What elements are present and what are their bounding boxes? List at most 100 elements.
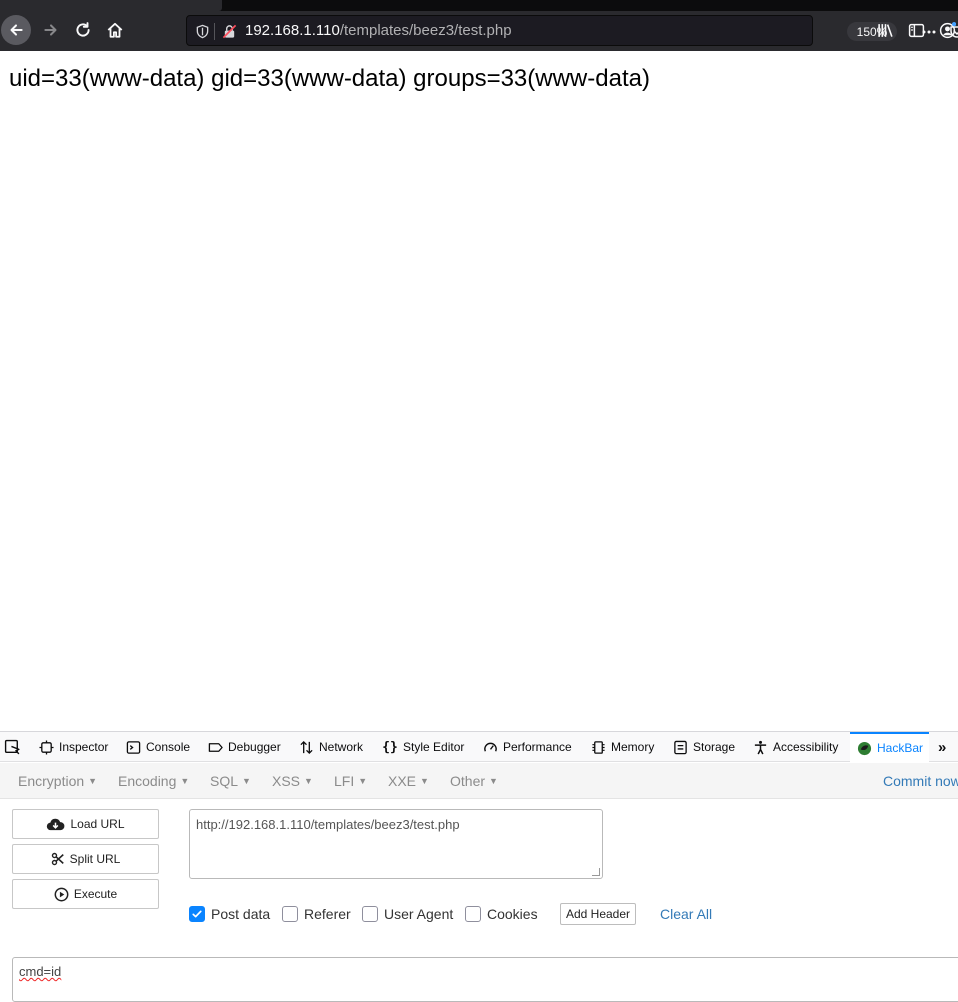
referer-checkbox[interactable]	[282, 906, 298, 922]
shield-icon[interactable]	[193, 22, 211, 40]
inspector-icon	[38, 739, 54, 755]
cloud-download-icon	[47, 818, 65, 830]
button-label: Load URL	[70, 817, 125, 831]
tab-label: Network	[319, 740, 364, 754]
tab-console[interactable]: Console	[125, 732, 190, 762]
console-icon	[125, 739, 141, 755]
cookies-checkbox[interactable]	[465, 906, 481, 922]
tab-performance[interactable]: Performance	[482, 732, 572, 762]
caret-down-icon: ▼	[304, 776, 313, 786]
split-url-button[interactable]: Split URL	[12, 844, 159, 874]
post-data-checkbox[interactable]	[189, 906, 205, 922]
menu-encoding[interactable]: Encoding ▼	[118, 773, 189, 789]
debugger-icon	[207, 739, 223, 755]
caret-down-icon: ▼	[489, 776, 498, 786]
page-viewport: uid=33(www-data) gid=33(www-data) groups…	[0, 51, 958, 731]
tab-debugger[interactable]: Debugger	[207, 732, 281, 762]
caret-down-icon: ▼	[88, 776, 98, 786]
menu-label: Encryption	[18, 773, 85, 789]
style-editor-icon: {}	[382, 739, 398, 755]
option-label: Referer	[304, 906, 351, 922]
back-arrow-icon	[10, 24, 23, 36]
tab-inspector[interactable]: Inspector	[38, 732, 108, 762]
commit-now-link[interactable]: Commit now	[883, 773, 958, 789]
menu-label: Encoding	[118, 773, 177, 789]
menu-encryption[interactable]: Encryption ▼	[18, 773, 97, 789]
network-icon	[298, 739, 314, 755]
caret-down-icon: ▼	[180, 776, 190, 786]
option-label: Post data	[211, 906, 271, 922]
tab-label: Accessibility	[773, 740, 839, 754]
clear-all-link[interactable]: Clear All	[660, 906, 712, 922]
tab-network[interactable]: Network	[298, 732, 363, 762]
load-url-button[interactable]: Load URL	[12, 809, 159, 839]
execute-button[interactable]: Execute	[12, 879, 159, 909]
overflow-chevron-icon[interactable]: »	[938, 732, 946, 762]
url-text[interactable]: 192.168.1.110/templates/beez3/test.php	[245, 22, 512, 39]
tab-label: Debugger	[228, 740, 281, 754]
devtools-tab-bar: Inspector Console Debugger Network {} St…	[0, 732, 958, 762]
url-host: 192.168.1.110	[245, 22, 340, 39]
tab-label: Memory	[611, 740, 655, 754]
menu-label: XSS	[272, 773, 301, 789]
tab-label: HackBar	[877, 741, 924, 755]
memory-icon	[590, 739, 606, 755]
menu-label: LFI	[334, 773, 355, 789]
menu-label: XXE	[388, 773, 417, 789]
tab-strip	[0, 0, 958, 11]
caret-down-icon: ▼	[242, 776, 251, 786]
user-agent-option[interactable]: User Agent	[362, 906, 453, 922]
tab-label: Inspector	[59, 740, 109, 754]
url-textarea-value: http://192.168.1.110/templates/beez3/tes…	[196, 817, 460, 832]
element-picker-icon[interactable]	[4, 739, 22, 757]
active-browser-tab[interactable]	[0, 0, 222, 11]
forward-button[interactable]	[36, 15, 66, 45]
referer-option[interactable]: Referer	[282, 906, 351, 922]
menu-lfi[interactable]: LFI ▼	[334, 773, 367, 789]
account-icon[interactable]	[936, 19, 958, 41]
caret-down-icon: ▼	[358, 776, 368, 786]
url-path: /templates/beez3/test.php	[339, 22, 512, 39]
url-bar[interactable]: 192.168.1.110/templates/beez3/test.php 1…	[186, 15, 958, 46]
sidebar-icon[interactable]	[905, 19, 927, 41]
caret-down-icon: ▼	[420, 776, 429, 786]
home-button[interactable]	[100, 15, 130, 45]
menu-label: SQL	[210, 773, 239, 789]
storage-icon	[672, 739, 688, 755]
menu-sql[interactable]: SQL ▼	[210, 773, 251, 789]
post-data-value: cmd=id	[19, 964, 62, 979]
menu-other[interactable]: Other ▼	[450, 773, 498, 789]
tab-label: Storage	[693, 740, 736, 754]
back-button[interactable]	[1, 15, 31, 45]
tab-storage[interactable]: Storage	[672, 732, 735, 762]
tab-memory[interactable]: Memory	[590, 732, 654, 762]
option-label: User Agent	[384, 906, 454, 922]
option-label: Cookies	[487, 906, 538, 922]
button-label: Execute	[73, 887, 118, 901]
menu-xxe[interactable]: XXE ▼	[388, 773, 429, 789]
url-textarea[interactable]: http://192.168.1.110/templates/beez3/tes…	[189, 809, 603, 879]
command-output: uid=33(www-data) gid=33(www-data) groups…	[9, 65, 650, 92]
library-icon[interactable]	[874, 19, 896, 41]
button-label: Split URL	[69, 852, 121, 866]
post-data-textarea[interactable]: cmd=id	[12, 957, 958, 1002]
post-data-option[interactable]: Post data	[189, 906, 270, 922]
add-header-button[interactable]: Add Header	[560, 903, 636, 925]
performance-icon	[482, 739, 498, 755]
navigation-toolbar: 192.168.1.110/templates/beez3/test.php 1…	[0, 11, 958, 51]
tab-style-editor[interactable]: {} Style Editor	[382, 732, 464, 762]
hackbar-icon	[856, 740, 872, 756]
tab-label: Console	[146, 740, 191, 754]
tab-hackbar[interactable]: HackBar	[850, 732, 930, 762]
devtools-panel: Inspector Console Debugger Network {} St…	[0, 731, 958, 1002]
forward-arrow-icon	[44, 24, 57, 36]
reload-button[interactable]	[68, 15, 98, 45]
insecure-lock-icon[interactable]	[220, 22, 238, 40]
menu-label: Other	[450, 773, 486, 789]
cookies-option[interactable]: Cookies	[465, 906, 538, 922]
user-agent-checkbox[interactable]	[362, 906, 378, 922]
play-circle-icon	[54, 887, 69, 901]
tab-accessibility[interactable]: Accessibility	[752, 732, 838, 762]
menu-xss[interactable]: XSS ▼	[272, 773, 313, 789]
resize-grip-icon[interactable]	[592, 868, 600, 876]
